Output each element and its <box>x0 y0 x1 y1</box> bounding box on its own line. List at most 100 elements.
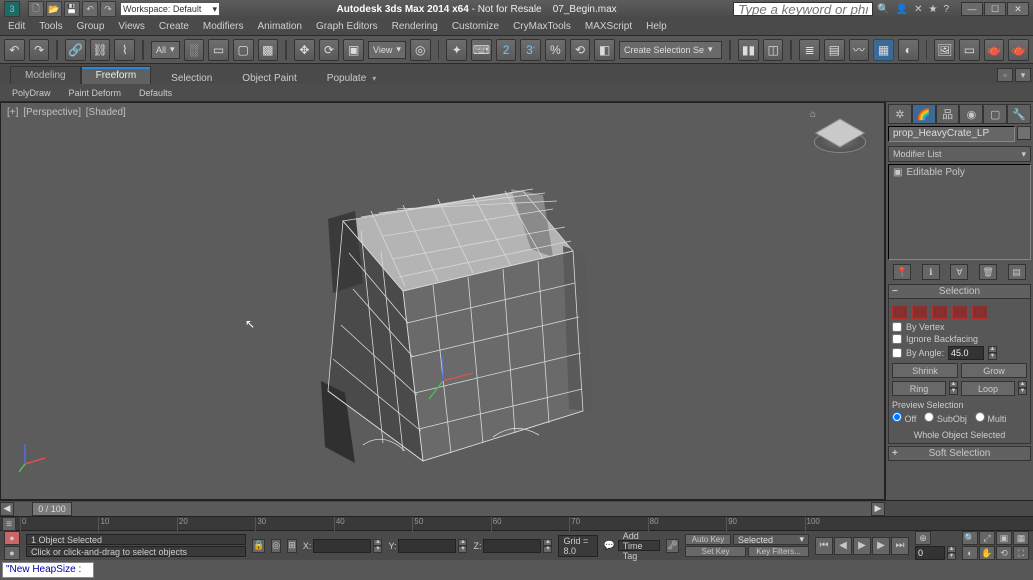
rollout-softsel-header[interactable]: +Soft Selection <box>888 446 1031 461</box>
edge-level-button[interactable] <box>912 305 928 319</box>
select-by-name-button[interactable]: ▭ <box>208 39 229 61</box>
add-time-tag[interactable]: Add Time Tag <box>618 540 660 551</box>
modifier-stack[interactable]: ▣ Editable Poly <box>888 164 1031 260</box>
comm-center-icon[interactable]: 💬 <box>604 540 615 551</box>
key-target-dropdown[interactable]: Selected▾ <box>733 534 809 545</box>
set-key-button[interactable]: Set Key <box>685 546 746 557</box>
keyboard-shortcut-button[interactable]: ⌨ <box>471 39 492 61</box>
lock-selection-icon[interactable]: 🔒 <box>252 539 265 553</box>
schematic-view-button[interactable]: ▦ <box>873 39 894 61</box>
minimize-button[interactable]: — <box>961 2 983 16</box>
trackbar-toggle-icon[interactable]: ≡ <box>2 517 16 531</box>
object-name-field[interactable]: prop_HeavyCrate_LP <box>888 126 1015 142</box>
rect-region-button[interactable]: ▢ <box>233 39 254 61</box>
redo-button[interactable]: ↷ <box>29 39 50 61</box>
object-color-swatch[interactable] <box>1017 126 1031 140</box>
preview-subobj-radio[interactable]: SubObj <box>924 412 967 424</box>
pin-stack-icon[interactable]: 📍 <box>893 264 911 280</box>
preview-multi-radio[interactable]: Multi <box>975 412 1007 424</box>
modify-tab-icon[interactable]: 🌈 <box>912 104 936 124</box>
remove-mod-icon[interactable]: 🗑 <box>979 264 997 280</box>
utilities-tab-icon[interactable]: 🔧 <box>1007 104 1031 124</box>
script-listener-icon[interactable]: ● <box>4 531 20 545</box>
loop-button[interactable]: Loop <box>961 381 1015 396</box>
new-icon[interactable]: 🗋 <box>28 1 44 17</box>
make-unique-icon[interactable]: ∀ <box>950 264 968 280</box>
exchange-icon[interactable]: ✕ <box>914 4 922 15</box>
bind-spacewarp-button[interactable]: ⌇ <box>114 39 135 61</box>
curve-editor-button[interactable]: 〰 <box>849 39 870 61</box>
open-icon[interactable]: 📂 <box>46 1 62 17</box>
menu-help[interactable]: Help <box>646 21 667 32</box>
sub-polydraw[interactable]: PolyDraw <box>6 86 57 100</box>
pivot-center-button[interactable]: ◎ <box>410 39 431 61</box>
orbit-icon[interactable]: ⟲ <box>996 546 1012 560</box>
manipulate-button[interactable]: ✦ <box>446 39 467 61</box>
z-transform-spinner[interactable]: Z: ▲▼ <box>473 539 552 553</box>
help-icon[interactable]: ? <box>943 4 949 15</box>
configure-sets-icon[interactable]: ▤ <box>1008 264 1026 280</box>
render-prod-button[interactable]: 🫖 <box>1008 39 1029 61</box>
link-button[interactable]: 🔗 <box>65 39 86 61</box>
zoom-all-icon[interactable]: ⤢ <box>979 531 995 545</box>
time-next-button[interactable]: ▶ <box>871 502 885 516</box>
tab-objectpaint[interactable]: Object Paint <box>242 73 296 84</box>
percent-snap-button[interactable]: % <box>545 39 566 61</box>
menu-grapheditors[interactable]: Graph Editors <box>316 21 378 32</box>
hierarchy-tab-icon[interactable]: 品 <box>936 104 960 124</box>
polygon-level-button[interactable] <box>952 305 968 319</box>
render-button[interactable]: 🫖 <box>984 39 1005 61</box>
by-angle-spinner[interactable]: 45.0 <box>948 346 984 360</box>
menu-maxscript[interactable]: MAXScript <box>585 21 632 32</box>
layer-manager-button[interactable]: ≣ <box>799 39 820 61</box>
scale-button[interactable]: ▣ <box>343 39 364 61</box>
x-transform-spinner[interactable]: X: ▲▼ <box>303 539 383 553</box>
isolate-icon[interactable]: ◎ <box>271 539 281 553</box>
by-angle-spinner-arrows[interactable]: ▲▼ <box>988 346 997 360</box>
menu-animation[interactable]: Animation <box>257 21 301 32</box>
ignore-backfacing-checkbox[interactable]: Ignore Backfacing <box>892 334 1027 344</box>
rollout-selection-header[interactable]: −Selection <box>888 284 1031 299</box>
time-config-icon[interactable]: ⊕ <box>915 531 931 545</box>
menu-rendering[interactable]: Rendering <box>392 21 438 32</box>
maximize-button[interactable]: ☐ <box>984 2 1006 16</box>
menu-crymaxtools[interactable]: CryMaxTools <box>513 21 571 32</box>
window-crossing-button[interactable]: ▩ <box>258 39 279 61</box>
menu-edit[interactable]: Edit <box>8 21 25 32</box>
menu-tools[interactable]: Tools <box>39 21 62 32</box>
current-frame-spinner[interactable]: 0▲▼ <box>915 546 956 560</box>
menu-modifiers[interactable]: Modifiers <box>203 21 244 32</box>
max-viewport-icon[interactable]: ⛶ <box>1013 546 1029 560</box>
menu-group[interactable]: Group <box>77 21 105 32</box>
sub-paintdeform[interactable]: Paint Deform <box>63 86 128 100</box>
tab-freeform[interactable]: Freeform <box>81 66 152 84</box>
y-transform-spinner[interactable]: Y: ▲▼ <box>388 539 467 553</box>
angle-snap-button[interactable]: 3° <box>520 39 541 61</box>
ref-coord-dropdown[interactable]: View▾ <box>368 41 406 59</box>
spinner-snap-button[interactable]: ⟲ <box>570 39 591 61</box>
loop-spinner[interactable]: ▲▼ <box>1018 381 1027 396</box>
fov-icon[interactable]: ◐ <box>962 546 978 560</box>
help-search-input[interactable] <box>733 2 873 16</box>
selection-filter-dropdown[interactable]: All▾ <box>151 41 180 59</box>
sub-defaults[interactable]: Defaults <box>133 86 178 100</box>
ribbon-opts-button[interactable]: ▾ <box>1015 68 1031 82</box>
render-setup-button[interactable]: 🖼 <box>934 39 955 61</box>
signin-icon[interactable]: 👤 <box>896 4 908 15</box>
time-slider-handle[interactable]: 0 / 100 <box>32 502 72 516</box>
ribbon-toggle-button[interactable]: ▤ <box>824 39 845 61</box>
create-tab-icon[interactable]: ✲ <box>888 104 912 124</box>
pan-icon[interactable]: ✋ <box>979 546 995 560</box>
zoom-extents-all-icon[interactable]: ▦ <box>1013 531 1029 545</box>
ring-spinner[interactable]: ▲▼ <box>949 381 958 396</box>
by-angle-checkbox[interactable] <box>892 348 902 358</box>
ring-button[interactable]: Ring <box>892 381 946 396</box>
prev-frame-button[interactable]: ◀ <box>834 537 852 555</box>
show-end-result-icon[interactable]: ℹ <box>922 264 940 280</box>
app-icon[interactable]: 3 <box>4 1 20 17</box>
menu-customize[interactable]: Customize <box>452 21 499 32</box>
border-level-button[interactable] <box>932 305 948 319</box>
workspace-dropdown[interactable]: Workspace: Default▾ <box>120 2 220 16</box>
goto-end-button[interactable]: ⏭ <box>891 537 909 555</box>
stack-item-editable-poly[interactable]: ▣ Editable Poly <box>889 165 1030 180</box>
